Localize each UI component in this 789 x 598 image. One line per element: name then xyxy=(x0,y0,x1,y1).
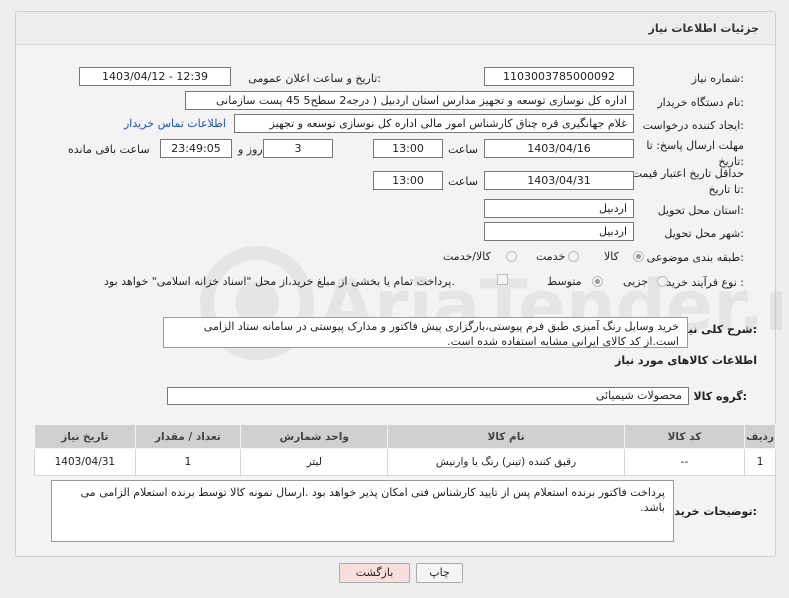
print-button[interactable]: چاپ xyxy=(416,563,463,583)
panel-header: جزئیات اطلاعات نیاز xyxy=(16,12,775,45)
goods-group-label: گروه کالا: xyxy=(693,390,747,403)
validity-label: حداقل تاریخ اعتبار قیمت: تا تاریخ: xyxy=(628,167,744,196)
col-name: نام کالا xyxy=(387,424,625,449)
col-unit: واحد شمارش xyxy=(240,424,389,449)
description-label: شرح کلی نیاز: xyxy=(678,323,757,336)
category-radio-goods[interactable] xyxy=(633,251,644,262)
validity-time-label: ساعت xyxy=(448,175,478,188)
deadline-time-field: 13:00 xyxy=(373,139,443,158)
cell-row: 1 xyxy=(744,448,776,476)
days-field: 3 xyxy=(263,139,333,158)
goods-group-field: محصولات شیمیائی xyxy=(167,387,689,405)
days-label: روز و xyxy=(238,143,263,156)
buyer-org-label: نام دستگاه خریدار: xyxy=(657,96,744,109)
buyer-notes-field: پرداخت فاکتور برنده استعلام پس از تایید … xyxy=(51,480,674,542)
col-need-date: تاریخ نیاز xyxy=(34,424,136,449)
requester-label: ایجاد کننده درخواست: xyxy=(642,119,744,132)
category-option-goods: کالا xyxy=(604,250,619,263)
goods-table-header: تاریخ نیاز تعداد / مقدار واحد شمارش نام … xyxy=(34,424,776,449)
cell-need-date: 1403/04/31 xyxy=(34,448,136,476)
purchase-radio-medium[interactable] xyxy=(592,276,603,287)
deadline-date-field: 1403/04/16 xyxy=(484,139,634,158)
buyer-contact-link[interactable]: اطلاعات تماس خریدار xyxy=(124,117,226,130)
goods-section-title: اطلاعات کالاهای مورد نیاز xyxy=(615,354,757,367)
validity-time-field: 13:00 xyxy=(373,171,443,190)
remaining-time-field: 23:49:05 xyxy=(160,139,232,158)
cell-code: -- xyxy=(623,448,746,476)
buyer-org-field: اداره کل نوسازی توسعه و تجهیز مدارس استا… xyxy=(185,91,634,110)
category-option-goods-service: کالا/خدمت xyxy=(443,250,491,263)
treasury-note: پرداخت تمام یا بخشی از مبلغ خرید،از محل … xyxy=(104,275,455,288)
announce-field: 1403/04/12 - 12:39 xyxy=(79,67,231,86)
col-qty: تعداد / مقدار xyxy=(134,424,242,449)
purchase-radio-minor[interactable] xyxy=(657,276,668,287)
city-field: اردبیل xyxy=(484,222,634,241)
requester-field: غلام جهانگیری قره چناق کارشناس امور مالی… xyxy=(234,114,634,133)
page-title: جزئیات اطلاعات نیاز xyxy=(648,22,760,35)
deadline-time-label: ساعت xyxy=(448,143,478,156)
back-button[interactable]: بازگشت xyxy=(339,563,410,583)
col-row: ردیف xyxy=(744,424,776,449)
category-label: طبقه بندی موضوعی: xyxy=(646,251,744,264)
purchase-type-label: نوع فرآیند خرید : xyxy=(666,276,744,289)
cell-unit: لیتر xyxy=(240,448,389,476)
table-row: 1403/04/31 1 لیتر رقیق کننده (تینر) رنگ … xyxy=(34,448,776,476)
category-radio-service[interactable] xyxy=(568,251,579,262)
purchase-option-medium: متوسط xyxy=(547,275,582,288)
cell-qty: 1 xyxy=(134,448,242,476)
province-label: استان محل تحویل: xyxy=(657,204,744,217)
goods-table: تاریخ نیاز تعداد / مقدار واحد شمارش نام … xyxy=(34,424,776,476)
treasury-checkbox[interactable] xyxy=(497,274,508,285)
cell-name: رقیق کننده (تینر) رنگ یا وارنیش xyxy=(387,448,625,476)
validity-date-field: 1403/04/31 xyxy=(484,171,634,190)
category-option-service: خدمت xyxy=(536,250,566,263)
announce-label: تاریخ و ساعت اعلان عمومی: xyxy=(248,72,381,85)
col-code: کد کالا xyxy=(623,424,746,449)
buyer-notes-label: توضیحات خریدار: xyxy=(664,505,757,518)
category-radio-goods-service[interactable] xyxy=(506,251,517,262)
province-field: اردبیل xyxy=(484,199,634,218)
description-field: خرید وسایل رنگ آمیزی طبق فرم پیوستی،بارگ… xyxy=(163,317,688,348)
remaining-label: ساعت باقی مانده xyxy=(68,143,150,156)
purchase-option-minor: جزیی xyxy=(623,275,649,288)
need-number-label: شماره نیاز: xyxy=(691,72,744,85)
need-number-field: 1103003785000092 xyxy=(484,67,634,86)
city-label: شهر محل تحویل: xyxy=(664,227,744,240)
